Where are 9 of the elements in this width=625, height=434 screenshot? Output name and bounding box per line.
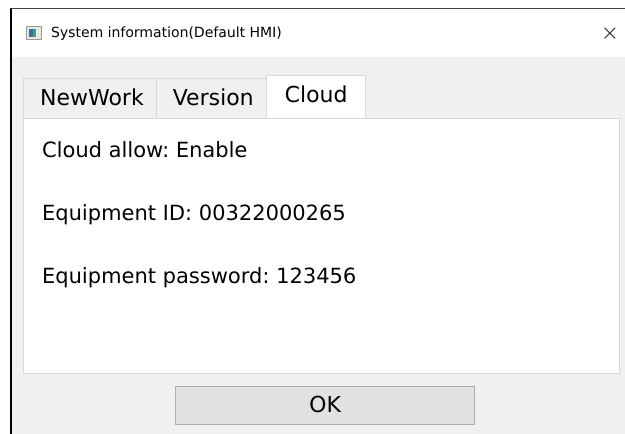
info-text: Equipment password: 123456 [42,263,358,290]
info-text: Cloud allow: Enable [42,137,248,164]
tab[interactable]: Cloud [266,75,366,118]
app-icon [26,26,42,40]
close-button[interactable]: × [596,20,623,46]
window-title: System information(Default HMI) [51,25,282,41]
tab[interactable]: NewWork [23,78,157,118]
ok-button[interactable]: OK [175,386,475,425]
info-text: Equipment ID: 00322000265 [42,200,347,227]
